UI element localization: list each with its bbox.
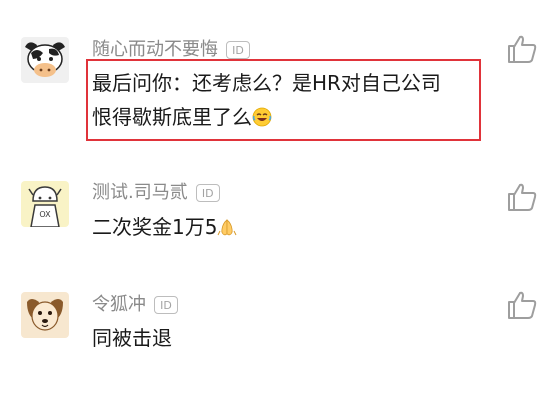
comment-item: 令狐冲 ID 同被击退 [0,270,558,403]
thumbs-up-icon[interactable] [506,182,538,212]
username[interactable]: 随心而动不要悔 ID [92,39,250,61]
avatar[interactable] [21,292,69,338]
username[interactable]: 令狐冲 ID [92,294,178,316]
comment-item: OX 测试.司马贰 ID 二次奖金1万5 [0,160,558,270]
id-badge: ID [226,41,250,59]
thumbs-up-icon[interactable] [506,34,538,64]
ox-hat-avatar-icon: OX [21,181,69,227]
username-text[interactable]: 测试.司马贰 [92,182,188,203]
username-text[interactable]: 令狐冲 [92,294,146,315]
username[interactable]: 测试.司马贰 ID [92,182,220,204]
avatar[interactable]: OX [21,181,69,227]
cow-avatar-icon [21,37,69,83]
folded-hands-emoji-icon [218,219,237,236]
comment-text: 同被击退 [92,321,172,355]
comment-line: 同被击退 [92,326,172,350]
dog-avatar-icon [21,292,69,338]
comment-text: 二次奖金1万5 [92,210,237,244]
thumbs-up-icon[interactable] [506,290,538,320]
svg-text:OX: OX [39,210,51,219]
avatar[interactable] [21,37,69,83]
comment-line: 二次奖金1万5 [92,215,218,239]
username-text[interactable]: 随心而动不要悔 [92,39,218,60]
id-badge: ID [154,296,178,314]
id-badge: ID [195,184,220,202]
highlight-box [86,59,481,141]
